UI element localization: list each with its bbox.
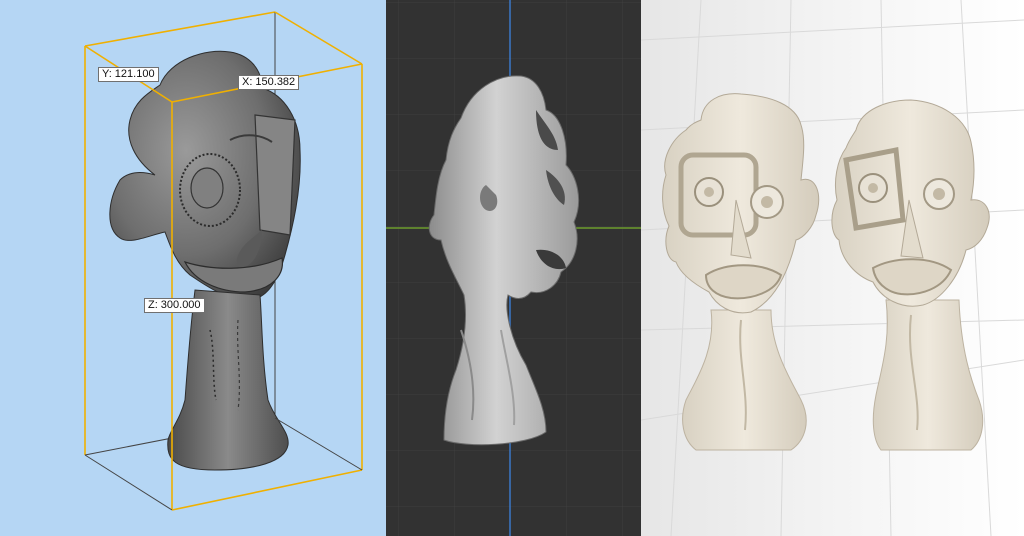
neck-model-preview: [167, 289, 289, 471]
dimension-label-z: Z: 300.000: [144, 298, 205, 313]
slicer-scene: [84, 11, 363, 511]
composite-view: Y: 121.100 X: 150.382 Z: 300.000: [0, 0, 1024, 536]
viewport-scene: [386, 0, 641, 536]
axis-name: Z:: [148, 299, 158, 311]
axis-name: Y:: [102, 68, 112, 80]
axis-value: 300.000: [160, 299, 201, 311]
modeling-viewport[interactable]: [386, 0, 641, 536]
slicer-viewport[interactable]: Y: 121.100 X: 150.382 Z: 300.000: [0, 0, 386, 536]
axis-name: X:: [242, 76, 253, 88]
studio-scene: [641, 0, 1024, 536]
printed-result-photo: [641, 0, 1024, 536]
dimension-label-x: X: 150.382: [238, 75, 300, 90]
sculpture-right: [831, 99, 990, 451]
axis-value: 150.382: [255, 76, 296, 88]
axis-value: 121.100: [114, 68, 155, 80]
sculpture-left: [662, 93, 820, 451]
dimension-label-y: Y: 121.100: [98, 67, 159, 82]
